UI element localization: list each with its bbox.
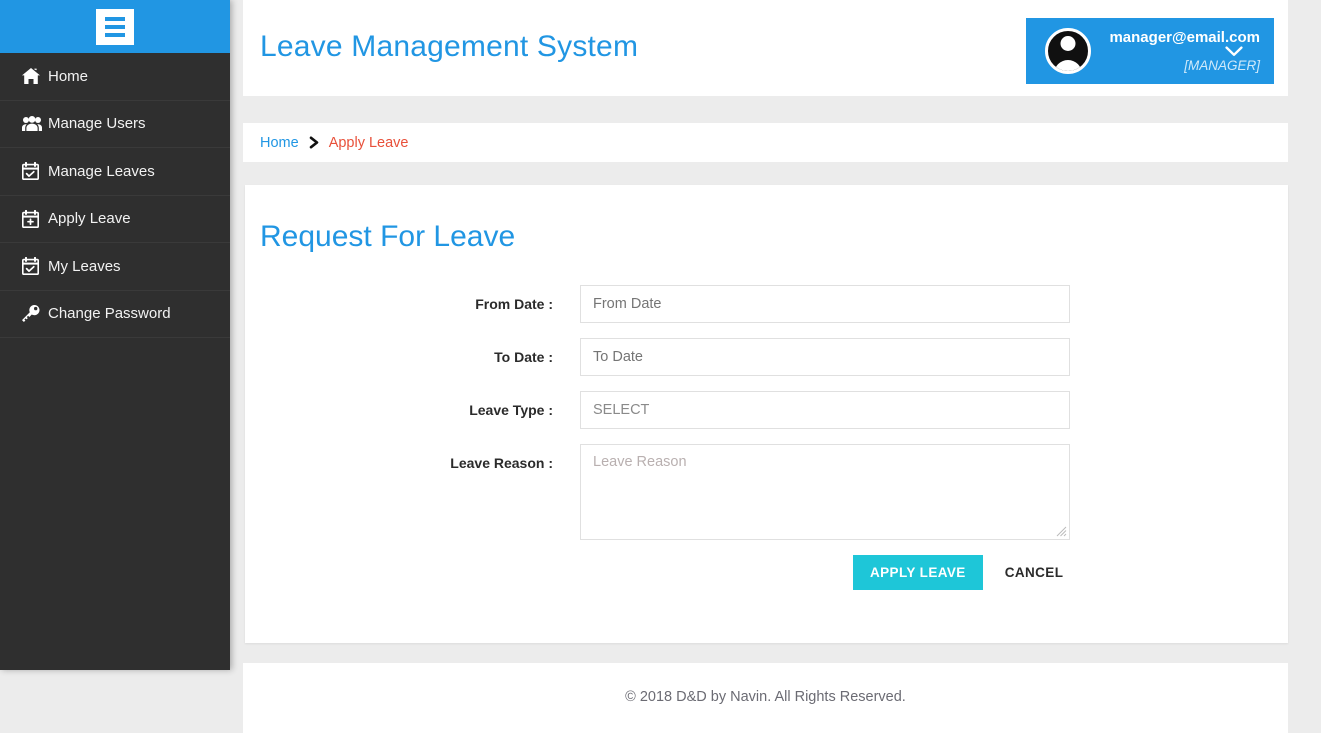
to-date-input[interactable] (580, 338, 1070, 376)
sidebar-item-label: Home (48, 67, 89, 85)
sidebar-item-my-leaves[interactable]: My Leaves (0, 243, 230, 291)
leave-reason-control: Leave Reason (580, 444, 1070, 540)
resize-grip-icon[interactable] (1055, 525, 1067, 537)
from-date-control (580, 285, 1070, 323)
apply-leave-form: From Date : To Date : Leave Type : Leave… (245, 285, 1288, 590)
form-row-to-date: To Date : (245, 338, 1288, 376)
sidebar-item-apply-leave[interactable]: Apply Leave (0, 196, 230, 243)
user-info: manager@email.com [MANAGER] (1091, 28, 1274, 75)
breadcrumb: Home Apply Leave (243, 123, 1288, 162)
sidebar-item-manage-leaves[interactable]: Manage Leaves (0, 148, 230, 196)
sidebar-item-label: Manage Leaves (48, 162, 155, 180)
sidebar-header (0, 0, 230, 53)
user-avatar-icon (1045, 28, 1091, 74)
avatar-body (1054, 60, 1082, 71)
cancel-button[interactable]: CANCEL (1005, 565, 1064, 580)
sidebar-item-label: My Leaves (48, 257, 121, 275)
to-date-control (580, 338, 1070, 376)
leave-type-control (580, 391, 1070, 429)
leave-reason-textarea[interactable]: Leave Reason (580, 444, 1070, 540)
section-title: Request For Leave (260, 220, 516, 253)
form-row-leave-type: Leave Type : (245, 391, 1288, 429)
apply-leave-button[interactable]: APPLY LEAVE (853, 555, 983, 590)
sidebar-item-manage-users[interactable]: Manage Users (0, 101, 230, 148)
home-icon (22, 68, 48, 85)
calendar-check-icon (22, 257, 48, 276)
form-row-leave-reason: Leave Reason : Leave Reason (245, 444, 1288, 540)
hamburger-bar (105, 24, 125, 29)
user-menu[interactable]: manager@email.com [MANAGER] (1026, 18, 1274, 84)
breadcrumb-item-home[interactable]: Home (260, 135, 299, 151)
leave-reason-placeholder: Leave Reason (593, 454, 687, 470)
hamburger-bar (105, 32, 125, 37)
sidebar-item-label: Apply Leave (48, 210, 131, 228)
users-icon (22, 116, 48, 132)
leave-reason-label: Leave Reason : (450, 455, 553, 471)
sidebar: Home Manage Users Manage Leaves Apply Le… (0, 0, 230, 670)
sidebar-item-label: Manage Users (48, 115, 146, 133)
footer: © 2018 D&D by Navin. All Rights Reserved… (243, 663, 1288, 733)
from-date-label: From Date : (475, 296, 553, 312)
to-date-label: To Date : (494, 349, 553, 365)
copyright-text: © 2018 D&D by Navin. All Rights Reserved… (625, 689, 906, 705)
sidebar-item-change-password[interactable]: Change Password (0, 291, 230, 338)
leave-type-label: Leave Type : (469, 402, 553, 418)
form-row-from-date: From Date : (245, 285, 1288, 323)
chevron-right-icon (309, 136, 320, 149)
leave-type-select[interactable] (580, 391, 1070, 429)
form-actions: APPLY LEAVE CANCEL (245, 555, 1288, 590)
calendar-check-icon (22, 162, 48, 181)
from-date-input[interactable] (580, 285, 1070, 323)
sidebar-item-home[interactable]: Home (0, 53, 230, 101)
sidebar-item-label: Change Password (48, 305, 171, 323)
hamburger-icon[interactable] (96, 8, 134, 45)
page-title: Leave Management System (260, 30, 639, 63)
top-header: Leave Management System manager@email.co… (243, 0, 1288, 96)
content-panel: Request For Leave From Date : To Date : … (245, 185, 1288, 643)
chevron-down-icon[interactable] (1225, 44, 1243, 62)
hamburger-bar (105, 16, 125, 21)
calendar-plus-icon (22, 209, 48, 228)
avatar-head (1060, 36, 1076, 51)
key-icon (22, 305, 48, 323)
breadcrumb-item-current: Apply Leave (328, 134, 409, 151)
